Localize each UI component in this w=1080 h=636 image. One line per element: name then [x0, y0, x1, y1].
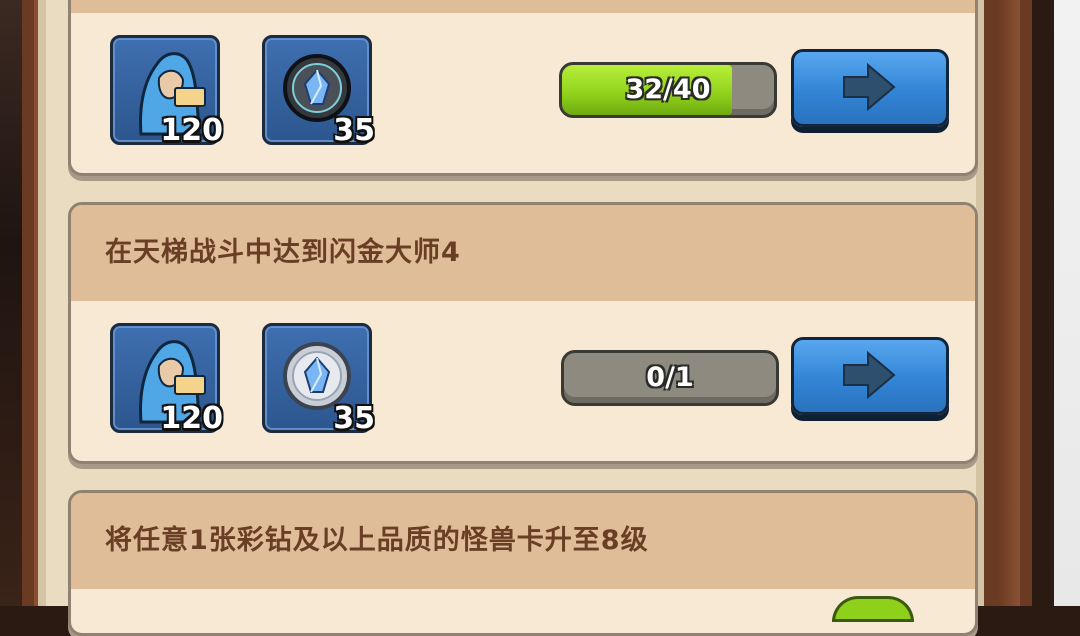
go-to-task-button[interactable]	[791, 337, 949, 415]
task-title: 将任意1张彩钻及以上品质的怪兽卡升至8级	[105, 525, 649, 556]
reward-item-hero-card[interactable]: 120	[110, 323, 223, 436]
arrow-right-icon	[843, 62, 896, 112]
progress-label: 32/40	[625, 74, 711, 105]
progress-label: 0/1	[646, 362, 694, 393]
reward-item-gem-medal[interactable]: 35	[262, 35, 375, 148]
go-to-task-button[interactable]	[791, 49, 949, 127]
task-card-header: 将任意1张彩钻及以上品质的怪兽卡升至8级	[71, 493, 975, 589]
reward-item-gem-medal[interactable]: 35	[262, 323, 375, 436]
arrow-right-icon	[843, 350, 896, 400]
frame-right-border	[998, 0, 1020, 606]
task-card-2: 在天梯战斗中达到闪金大师4 120 35 0/1	[68, 202, 978, 464]
reward-count: 35	[333, 113, 375, 148]
background-left-edge	[0, 0, 22, 606]
task-progress-bar: 32/40	[559, 62, 777, 118]
task-card-header	[71, 0, 975, 13]
reward-item-hero-card[interactable]: 120	[110, 35, 223, 148]
task-card-header: 在天梯战斗中达到闪金大师4	[71, 205, 975, 301]
task-card-1: 120 35 32/40	[68, 0, 978, 176]
reward-count: 35	[333, 401, 375, 436]
task-progress-bar: 0/1	[561, 350, 779, 406]
background-right-edge	[1054, 0, 1080, 606]
reward-count: 120	[160, 113, 223, 148]
reward-count: 120	[160, 401, 223, 436]
progress-badge-peek	[832, 596, 914, 622]
task-title: 在天梯战斗中达到闪金大师4	[105, 237, 461, 268]
